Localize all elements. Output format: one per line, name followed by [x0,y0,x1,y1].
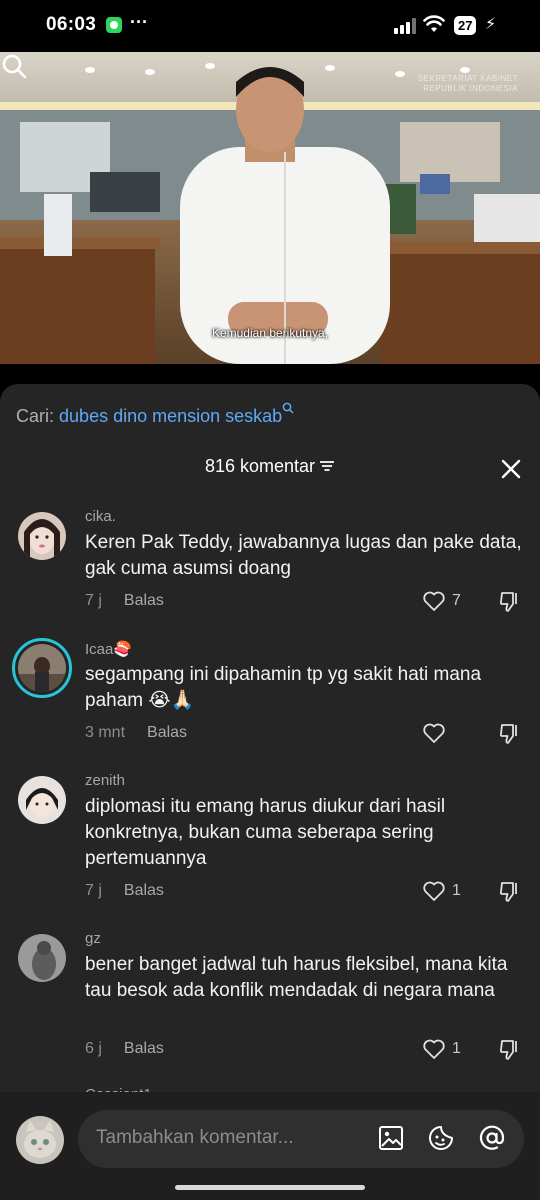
comment-meta: 6 j Balas [85,1040,164,1058]
avatar[interactable] [18,512,66,560]
reply-button[interactable]: Balas [124,1040,164,1057]
comment-input-placeholder: Tambahkan komentar... [96,1127,294,1148]
comment-text: bener banget jadwal tuh harus fleksibel,… [85,954,508,1001]
search-suggestion[interactable]: Cari: dubes dino mension seskab [16,402,294,427]
dislike-icon[interactable] [498,722,522,746]
comment-meta: 3 mnt Balas [85,724,187,742]
dislike-icon[interactable] [498,880,522,904]
comment-sheet: Cari: dubes dino mension seskab 816 kome… [0,384,540,1200]
comment-time: 3 mnt [85,724,126,741]
sheet-header: 816 komentar [0,456,540,482]
sticker-icon[interactable] [427,1124,455,1152]
video-watermark: SEKRETARIAT KABINET REPUBLIK INDONESIA [418,74,518,94]
like-button[interactable]: 1 [422,1038,461,1060]
heart-icon [423,723,445,743]
avatar[interactable] [12,638,72,698]
comment-username[interactable]: zenith [85,772,125,789]
video-frame [0,52,540,364]
battery-icon: 27 [454,16,477,35]
comment-username[interactable]: Icaa🍣 [85,640,132,658]
close-icon[interactable] [500,458,522,480]
comment-text: Keren Pak Teddy, jawabannya lugas dan pa… [85,532,522,579]
comment-username[interactable]: gz [85,930,101,947]
comment-time: 6 j [85,1040,102,1057]
mention-icon[interactable] [478,1124,506,1152]
search-icon [282,402,294,414]
dislike-icon[interactable] [498,590,522,614]
reply-button[interactable]: Balas [124,882,164,899]
wifi-icon [423,15,445,32]
charging-icon: ⚡ [485,16,497,33]
comment-count: 816 komentar [204,456,316,476]
comment-username[interactable]: cika. [85,508,116,525]
signal-icon [394,18,416,34]
like-count: 1 [452,1040,461,1057]
comment-time: 7 j [85,882,102,899]
heart-icon [423,881,445,901]
comment-text: segampang ini dipahamin tp yg sakit hati… [85,664,482,711]
watermark-line2: REPUBLIK INDONESIA [423,84,518,93]
avatar[interactable] [18,776,66,824]
heart-icon [423,591,445,611]
status-more: ··· [130,12,148,32]
video-caption: Kemudian berikutnya, [211,326,329,340]
video-player[interactable]: SEKRETARIAT KABINET REPUBLIK INDONESIA K… [0,52,540,364]
watermark-line1: SEKRETARIAT KABINET [417,74,518,83]
dislike-icon[interactable] [498,1038,522,1062]
comment-time: 7 j [85,592,102,609]
status-bar: 06:03 ··· 27 ⚡ [0,0,540,52]
status-time: 06:03 [46,14,97,35]
search-suggestion-query[interactable]: dubes dino mension seskab [59,406,282,426]
sort-icon[interactable] [319,460,335,472]
comment-meta: 7 j Balas [85,882,164,900]
my-avatar[interactable] [16,1116,64,1164]
comment-meta: 7 j Balas [85,592,164,610]
chat-app-icon [106,17,122,33]
heart-icon [423,1039,445,1059]
like-button[interactable]: 1 [422,880,461,902]
like-count: 1 [452,882,461,899]
search-suggestion-prefix: Cari: [16,406,55,426]
comment-text: diplomasi itu emang harus diukur dari ha… [85,796,446,869]
comment-input-bar: Tambahkan komentar... [0,1092,540,1200]
reply-button[interactable]: Balas [147,724,187,741]
image-icon[interactable] [377,1124,405,1152]
avatar[interactable] [18,934,66,982]
like-count: 7 [452,592,461,609]
like-button[interactable] [422,722,452,744]
like-button[interactable]: 7 [422,590,461,612]
search-icon[interactable] [0,52,28,80]
reply-button[interactable]: Balas [124,592,164,609]
home-indicator[interactable] [175,1185,365,1190]
